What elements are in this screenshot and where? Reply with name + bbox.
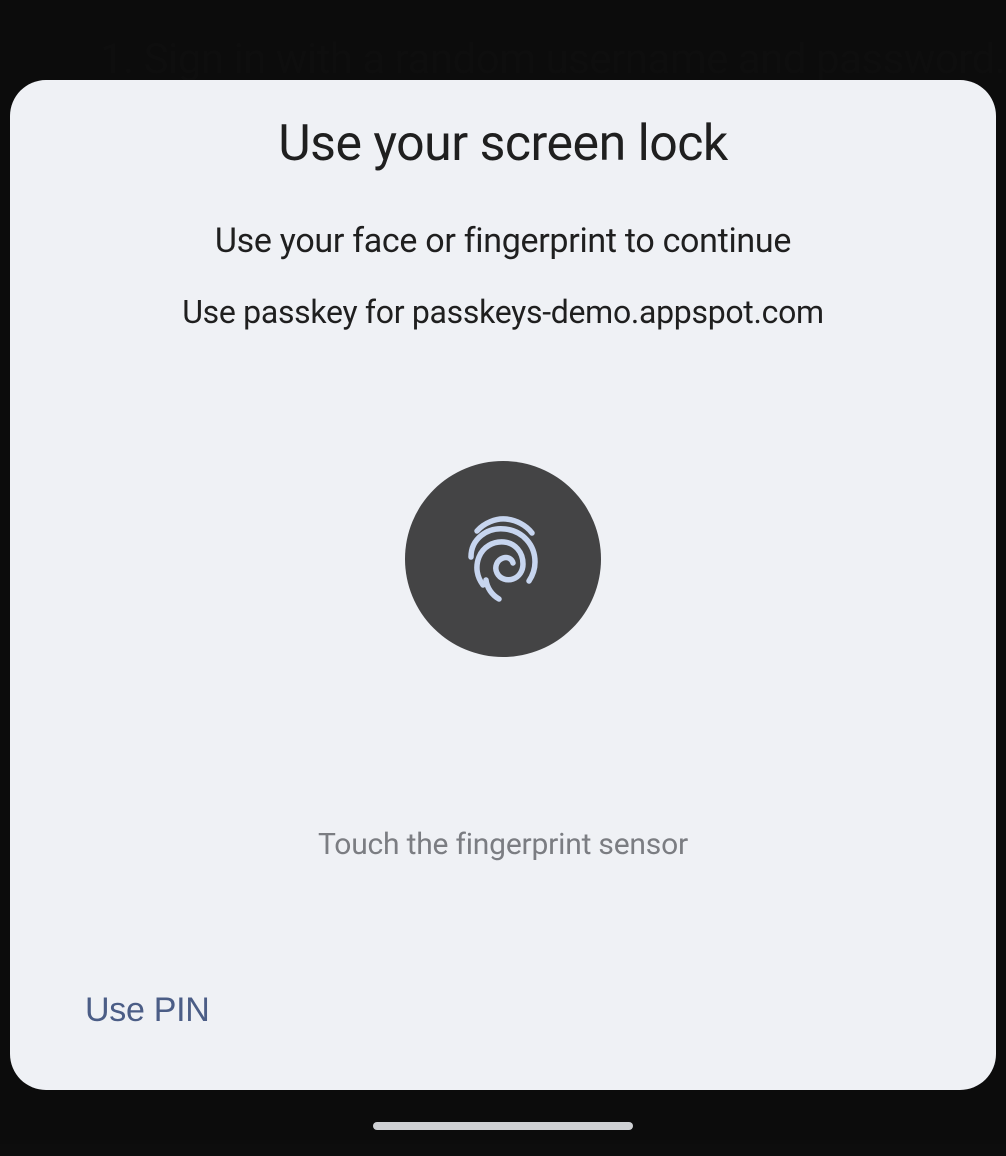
dialog-title: Use your screen lock [278, 115, 728, 173]
passkey-domain-text: Use passkey for passkeys-demo.appspot.co… [182, 293, 824, 331]
fingerprint-icon [453, 509, 553, 609]
biometric-auth-dialog: Use your screen lock Use your face or fi… [10, 80, 996, 1090]
system-navigation-bar [0, 1096, 1006, 1156]
use-pin-button[interactable]: Use PIN [85, 991, 210, 1030]
fingerprint-sensor-button[interactable] [405, 461, 601, 657]
fingerprint-instruction: Touch the fingerprint sensor [318, 827, 688, 862]
gesture-nav-handle[interactable] [373, 1122, 633, 1130]
dialog-subtitle: Use your face or fingerprint to continue [215, 221, 791, 261]
